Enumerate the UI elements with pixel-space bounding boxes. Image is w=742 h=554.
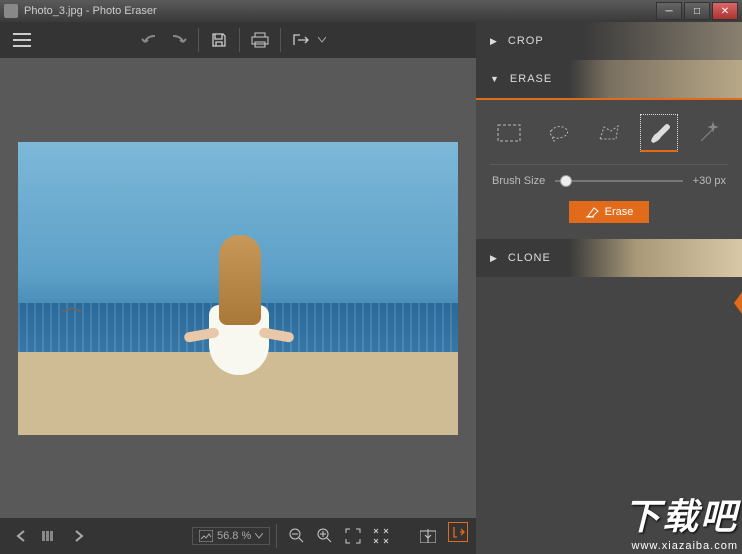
- expand-panel-tab[interactable]: [734, 292, 742, 314]
- export-dropdown-icon[interactable]: [315, 26, 329, 54]
- brush-tool[interactable]: [640, 114, 678, 152]
- chevron-down-icon: ▼: [490, 74, 500, 84]
- export-button[interactable]: [287, 26, 315, 54]
- side-panel: ▶ CROP ▼ ERASE: [476, 22, 742, 554]
- save-button[interactable]: [205, 26, 233, 54]
- actual-size-button[interactable]: [367, 522, 395, 550]
- prev-image-button[interactable]: [8, 522, 36, 550]
- image-icon: [199, 530, 213, 542]
- chevron-right-icon: ▶: [490, 253, 498, 264]
- titlebar: Photo_3.jpg - Photo Eraser ─ □ ✕: [0, 0, 742, 22]
- bottom-toolbar: 56.8 %: [0, 518, 476, 554]
- erase-panel-body: Brush Size +30 px Erase: [476, 100, 742, 239]
- polygon-select-tool[interactable]: [590, 114, 628, 152]
- erase-button[interactable]: Erase: [569, 201, 650, 223]
- photo-canvas[interactable]: [18, 142, 458, 435]
- top-toolbar: [0, 22, 476, 58]
- slider-thumb[interactable]: [560, 175, 572, 187]
- chevron-down-icon: [255, 533, 263, 539]
- magic-wand-tool[interactable]: [690, 114, 728, 152]
- bird-graphic: [62, 306, 82, 314]
- undo-button[interactable]: [136, 26, 164, 54]
- zoom-in-button[interactable]: [311, 522, 339, 550]
- redo-button[interactable]: [164, 26, 192, 54]
- window-title: Photo_3.jpg - Photo Eraser: [24, 5, 656, 17]
- clone-label: CLONE: [508, 252, 551, 264]
- zoom-display[interactable]: 56.8 %: [192, 527, 270, 545]
- brush-size-label: Brush Size: [492, 175, 545, 187]
- clone-section-header[interactable]: ▶ CLONE: [476, 239, 742, 277]
- erase-button-label: Erase: [605, 206, 634, 218]
- crop-section-header[interactable]: ▶ CROP: [476, 22, 742, 60]
- rectangle-select-tool[interactable]: [490, 114, 528, 152]
- print-button[interactable]: [246, 26, 274, 54]
- brush-size-slider[interactable]: [555, 180, 682, 182]
- maximize-button[interactable]: □: [684, 2, 710, 20]
- zoom-value: 56.8 %: [217, 530, 251, 542]
- compare-button[interactable]: [414, 522, 442, 550]
- crop-label: CROP: [508, 35, 544, 47]
- zoom-out-button[interactable]: [283, 522, 311, 550]
- revert-button[interactable]: [448, 522, 468, 542]
- fit-screen-button[interactable]: [339, 522, 367, 550]
- brush-size-value: +30 px: [693, 175, 726, 187]
- erase-section-header[interactable]: ▼ ERASE: [476, 60, 742, 98]
- person-graphic: [194, 235, 284, 415]
- thumbnail-strip-button[interactable]: [36, 522, 64, 550]
- app-icon: [4, 4, 18, 18]
- canvas-area[interactable]: [0, 58, 476, 518]
- minimize-button[interactable]: ─: [656, 2, 682, 20]
- menu-button[interactable]: [8, 26, 36, 54]
- close-button[interactable]: ✕: [712, 2, 738, 20]
- lasso-select-tool[interactable]: [540, 114, 578, 152]
- erase-label: ERASE: [510, 73, 552, 85]
- chevron-right-icon: ▶: [490, 36, 498, 47]
- eraser-icon: [585, 206, 599, 218]
- next-image-button[interactable]: [64, 522, 92, 550]
